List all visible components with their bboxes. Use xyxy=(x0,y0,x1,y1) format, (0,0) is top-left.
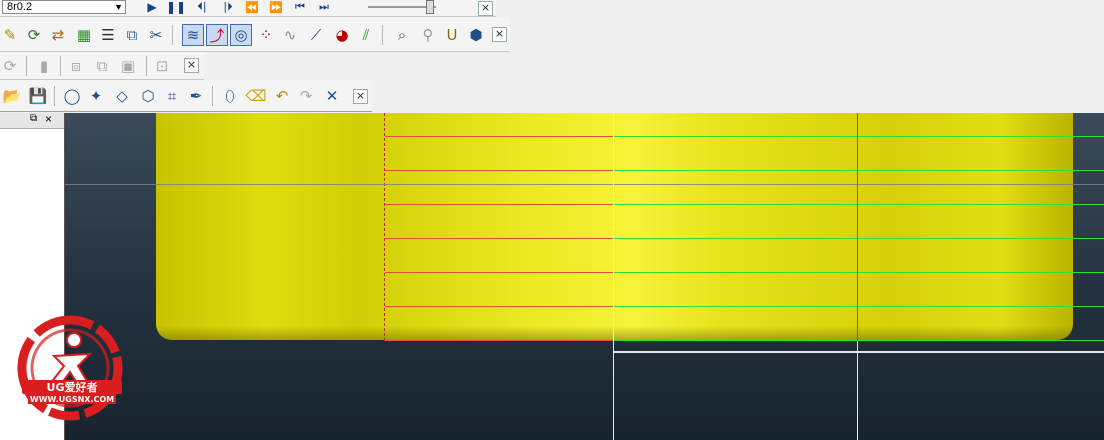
link-icon[interactable]: ∿ xyxy=(280,25,300,45)
edit-toolbar: 📂 💾 ◯ ✦ ◇ ⬡ ⌗ ✒ ⬯ ⌫ ↶ ↷ ✕ × xyxy=(0,80,372,112)
step-forward-icon[interactable]: |⏵ xyxy=(218,0,238,17)
toolbar4-close-button[interactable]: × xyxy=(353,89,368,104)
transform-icon[interactable]: ⧈ xyxy=(66,56,86,76)
operation-toolbar: ✎ ⟳ ⇄ ▦ ☰ ⧉ ✂ ≋ ⤴ ◎ ⁘ ∿ ⟋ ◕ ⫽ ⌕ ⚲ U ⬢ × xyxy=(0,17,510,52)
delete-icon[interactable]: ✕ xyxy=(322,86,342,106)
rotate-icon[interactable]: ⟳ xyxy=(0,56,20,76)
tool-path-red xyxy=(385,272,613,273)
select-icon[interactable]: ✦ xyxy=(86,86,106,106)
separator xyxy=(212,86,213,106)
drill-icon[interactable]: ✎ xyxy=(0,25,20,45)
separator xyxy=(172,25,173,45)
datum-line-vertical xyxy=(857,341,858,440)
play-icon[interactable]: ▶ xyxy=(142,0,162,17)
skip-start-icon[interactable]: ⏮ xyxy=(290,0,310,17)
navigator-panel-header: ⧉ × xyxy=(0,112,64,129)
save-icon[interactable]: 💾 xyxy=(28,86,48,106)
box-icon[interactable]: ⬡ xyxy=(138,86,158,106)
close-button[interactable]: × xyxy=(45,112,52,126)
brush-icon[interactable]: ⬯ xyxy=(220,86,240,106)
separator xyxy=(60,56,61,76)
tool-path-green xyxy=(613,136,1104,137)
tool-path-green xyxy=(613,204,1104,205)
watermark-url: WWW.UGSNX.COM xyxy=(30,395,114,404)
watermark-brand: UG爱好者 xyxy=(47,380,98,394)
assembly-icon[interactable]: ⬢ xyxy=(466,25,486,45)
toolbar3-close-button[interactable]: × xyxy=(184,58,199,73)
open-folder-icon[interactable]: 📂 xyxy=(2,86,22,106)
datum-line-vertical xyxy=(613,113,614,440)
skip-end-icon[interactable]: ⏭ xyxy=(314,0,334,17)
refresh-icon[interactable]: ⟳ xyxy=(24,25,44,45)
tool-path-green xyxy=(613,272,1104,273)
pillar-icon[interactable]: ▮ xyxy=(34,56,54,76)
points-icon[interactable]: ⁘ xyxy=(256,25,276,45)
mirror-icon[interactable]: ⧉ xyxy=(92,56,112,76)
separator xyxy=(382,25,383,45)
store-icon[interactable]: ▣ xyxy=(118,56,138,76)
toolbar1-close-button[interactable]: × xyxy=(478,1,493,16)
info-icon[interactable]: ⊡ xyxy=(152,56,172,76)
step-back-icon[interactable]: ⏴| xyxy=(192,0,212,17)
tool-path-red xyxy=(385,170,613,171)
lasso-icon[interactable]: ◯ xyxy=(62,86,82,106)
tool-path-red xyxy=(385,306,613,307)
copy-icon[interactable]: ⧉ xyxy=(122,25,142,45)
tool-path-red xyxy=(385,204,613,205)
cut-icon[interactable]: ✂ xyxy=(146,25,166,45)
path-icon[interactable]: ⤴ xyxy=(206,24,228,46)
tool-path-combo[interactable]: 8r0.2 ▼ xyxy=(2,0,126,14)
tool-path-red xyxy=(385,340,613,341)
contour-icon[interactable]: ◎ xyxy=(230,24,252,46)
datum-line-bottom xyxy=(613,351,1104,353)
separator xyxy=(54,86,55,106)
tool-icon[interactable]: U xyxy=(442,25,462,45)
ugsnx-watermark-logo: UG爱好者 WWW.UGSNX.COM xyxy=(17,315,123,421)
separator xyxy=(26,56,27,76)
datum-line-horizontal xyxy=(65,184,1104,185)
layer-icon[interactable]: ▦ xyxy=(74,25,94,45)
rewind-icon[interactable]: ⏪ xyxy=(242,0,262,17)
drafting-icon[interactable]: ⌗ xyxy=(162,86,182,106)
shade-icon[interactable]: ◕ xyxy=(332,25,352,45)
table-icon[interactable]: ☰ xyxy=(98,25,118,45)
fast-forward-icon[interactable]: ⏩ xyxy=(266,0,286,17)
surface-icon[interactable]: ≋ xyxy=(182,24,204,46)
tool-path-green xyxy=(613,170,1104,171)
tool-path-red xyxy=(385,238,613,239)
pause-icon[interactable]: ❚❚ xyxy=(166,0,186,17)
pin-icon[interactable]: ⚲ xyxy=(418,25,438,45)
tool-path-combo-value: 8r0.2 xyxy=(7,1,33,13)
tool-path-green xyxy=(613,340,1104,341)
graphics-viewport[interactable] xyxy=(65,113,1104,440)
magnify-icon[interactable]: ⌕ xyxy=(392,25,412,45)
redo-icon[interactable]: ↷ xyxy=(296,86,316,106)
green-lines-icon[interactable]: ⫽ xyxy=(356,25,376,45)
vertex-icon[interactable]: ⟋ xyxy=(306,25,326,45)
playback-toolbar: 8r0.2 ▼ ▶ ❚❚ ⏴| |⏵ ⏪ ⏩ ⏮ ⏭ × xyxy=(0,0,496,17)
pen-icon[interactable]: ✒ xyxy=(186,86,206,106)
toolbar2-close-button[interactable]: × xyxy=(492,27,507,42)
tool-path-green xyxy=(613,306,1104,307)
undo-icon[interactable]: ↶ xyxy=(272,86,292,106)
generate-icon[interactable]: ⇄ xyxy=(48,25,68,45)
disabled-toolbar: ⟳ ▮ ⧈ ⧉ ▣ ⊡ × xyxy=(0,52,204,80)
speed-slider-thumb[interactable] xyxy=(426,0,434,14)
diamond-icon[interactable]: ◇ xyxy=(112,86,132,106)
eraser-icon[interactable]: ⌫ xyxy=(245,86,266,106)
restore-button[interactable]: ⧉ xyxy=(30,113,37,124)
chevron-down-icon[interactable]: ▼ xyxy=(114,1,123,14)
separator xyxy=(146,56,147,76)
tool-path-red xyxy=(385,136,613,137)
tool-path-green xyxy=(613,238,1104,239)
